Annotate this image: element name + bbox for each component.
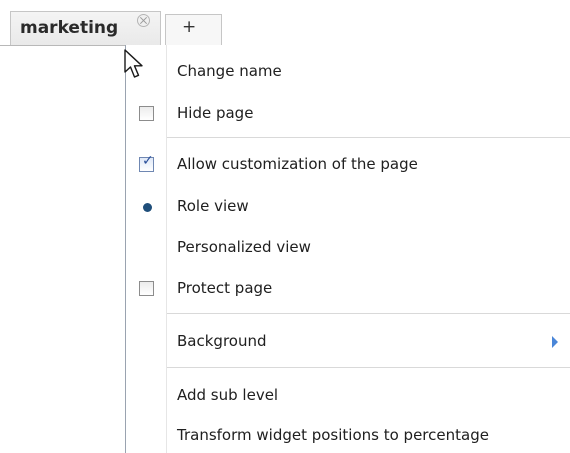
menu-item-hide-page[interactable]: Hide page (126, 96, 570, 134)
menu-item-label: Hide page (177, 104, 254, 122)
menu-separator (167, 313, 570, 314)
hide-page-checkbox[interactable] (139, 106, 154, 121)
menu-item-protect-page[interactable]: Protect page (126, 271, 570, 309)
tab-bar: marketing + (0, 0, 570, 46)
menu-item-label: Add sub level (177, 386, 279, 404)
menu-item-label: Change name (177, 62, 282, 80)
menu-item-personalized-view[interactable]: Personalized view (126, 230, 570, 268)
menu-item-label: Protect page (177, 279, 273, 297)
arrow-cursor-icon (124, 49, 143, 78)
menu-item-role-view[interactable]: Role view (126, 189, 570, 227)
page-context-menu: Change name Hide page ✓ Allow customizat… (125, 45, 570, 453)
menu-item-add-sub-level[interactable]: Add sub level (126, 378, 570, 416)
canvas: marketing + Change name Hide page ✓ Allo… (0, 0, 570, 453)
menu-item-label: Role view (177, 197, 249, 215)
menu-separator (167, 137, 570, 138)
allow-customization-checkbox[interactable]: ✓ (139, 153, 154, 172)
menu-item-label: Background (177, 332, 267, 350)
close-tab-icon[interactable] (137, 14, 150, 27)
radio-selected-icon (143, 203, 152, 212)
menu-separator (167, 367, 570, 368)
menu-item-transform-widget-positions[interactable]: Transform widget positions to percentage (126, 418, 570, 453)
menu-item-background[interactable]: Background (126, 324, 570, 362)
protect-page-checkbox[interactable] (139, 281, 154, 296)
chevron-right-icon (552, 336, 558, 348)
add-tab-label: + (182, 17, 197, 37)
menu-item-change-name[interactable]: Change name (126, 54, 570, 92)
menu-item-label: Allow customization of the page (177, 155, 418, 173)
menu-item-label: Personalized view (177, 238, 311, 256)
tab-marketing-label: marketing (20, 18, 119, 38)
checkmark-icon: ✓ (142, 153, 154, 169)
menu-item-label: Transform widget positions to percentage (177, 426, 489, 444)
menu-item-allow-customization[interactable]: ✓ Allow customization of the page (126, 147, 570, 185)
